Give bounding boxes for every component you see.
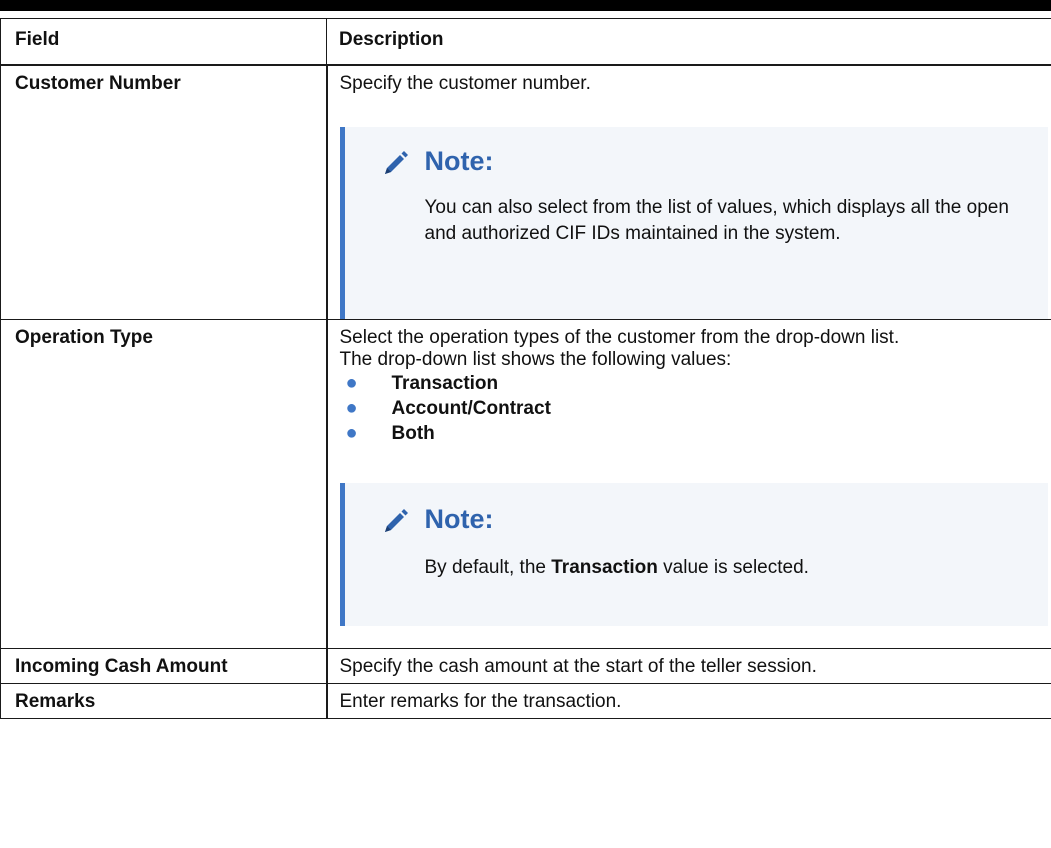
description-text: Specify the customer number. xyxy=(339,73,591,94)
value-account-contract: Account/Contract xyxy=(391,398,551,419)
note-title: Note: xyxy=(424,146,494,176)
description-operation-type: Select the operation types of the custom… xyxy=(326,319,1051,649)
note-title: Note: xyxy=(424,504,494,534)
note-text-bold: Transaction xyxy=(551,557,658,578)
list-item: ● Transaction xyxy=(340,371,1049,396)
field-operation-type: Operation Type xyxy=(0,319,328,649)
note-text-after: value is selected. xyxy=(657,557,809,578)
note-text: You can also select from the list of val… xyxy=(424,197,1009,244)
bullet-icon: ● xyxy=(345,422,358,444)
table-header-row: Field Description xyxy=(0,18,1051,66)
table-row: Incoming Cash Amount Specify the cash am… xyxy=(0,648,1051,684)
field-remarks: Remarks xyxy=(0,683,328,719)
bullet-icon: ● xyxy=(345,397,358,419)
description-line: The drop-down list shows the following v… xyxy=(339,349,732,370)
list-item: ● Account/Contract xyxy=(340,396,1049,421)
pencil-icon xyxy=(384,151,408,174)
list-item: ● Both xyxy=(340,421,1049,446)
field-customer-number: Customer Number xyxy=(0,64,328,320)
value-both: Both xyxy=(391,423,435,444)
description-customer-number: Specify the customer number. Note: You c… xyxy=(326,64,1051,320)
value-transaction: Transaction xyxy=(391,373,499,394)
header-description: Description xyxy=(326,18,1051,66)
note-header: Note: xyxy=(345,483,1049,539)
header-field: Field xyxy=(0,18,327,66)
values-list: ● Transaction ● Account/Contract ● Both xyxy=(340,371,1049,446)
note-text-before: By default, the xyxy=(424,557,552,578)
note-text: By default, the Transaction value is sel… xyxy=(345,555,1049,581)
bullet-icon: ● xyxy=(345,372,358,394)
table-row: Remarks Enter remarks for the transactio… xyxy=(0,683,1051,719)
description-line: Select the operation types of the custom… xyxy=(339,327,900,348)
field-incoming-cash-amount: Incoming Cash Amount xyxy=(0,648,328,684)
table-row: Operation Type Select the operation type… xyxy=(0,319,1051,649)
note-box: Note: You can also select from the list … xyxy=(339,127,1049,319)
top-rule xyxy=(0,0,1051,11)
note-box: Note: By default, the Transaction value … xyxy=(339,483,1049,626)
table-row: Customer Number Specify the customer num… xyxy=(0,64,1051,320)
description-incoming-cash-amount: Specify the cash amount at the start of … xyxy=(326,648,1051,684)
description-remarks: Enter remarks for the transaction. xyxy=(326,683,1051,719)
field-description-table: Field Description Customer Number Specif… xyxy=(0,18,1051,719)
note-header: Note: xyxy=(345,127,1049,181)
pencil-icon xyxy=(384,509,408,532)
